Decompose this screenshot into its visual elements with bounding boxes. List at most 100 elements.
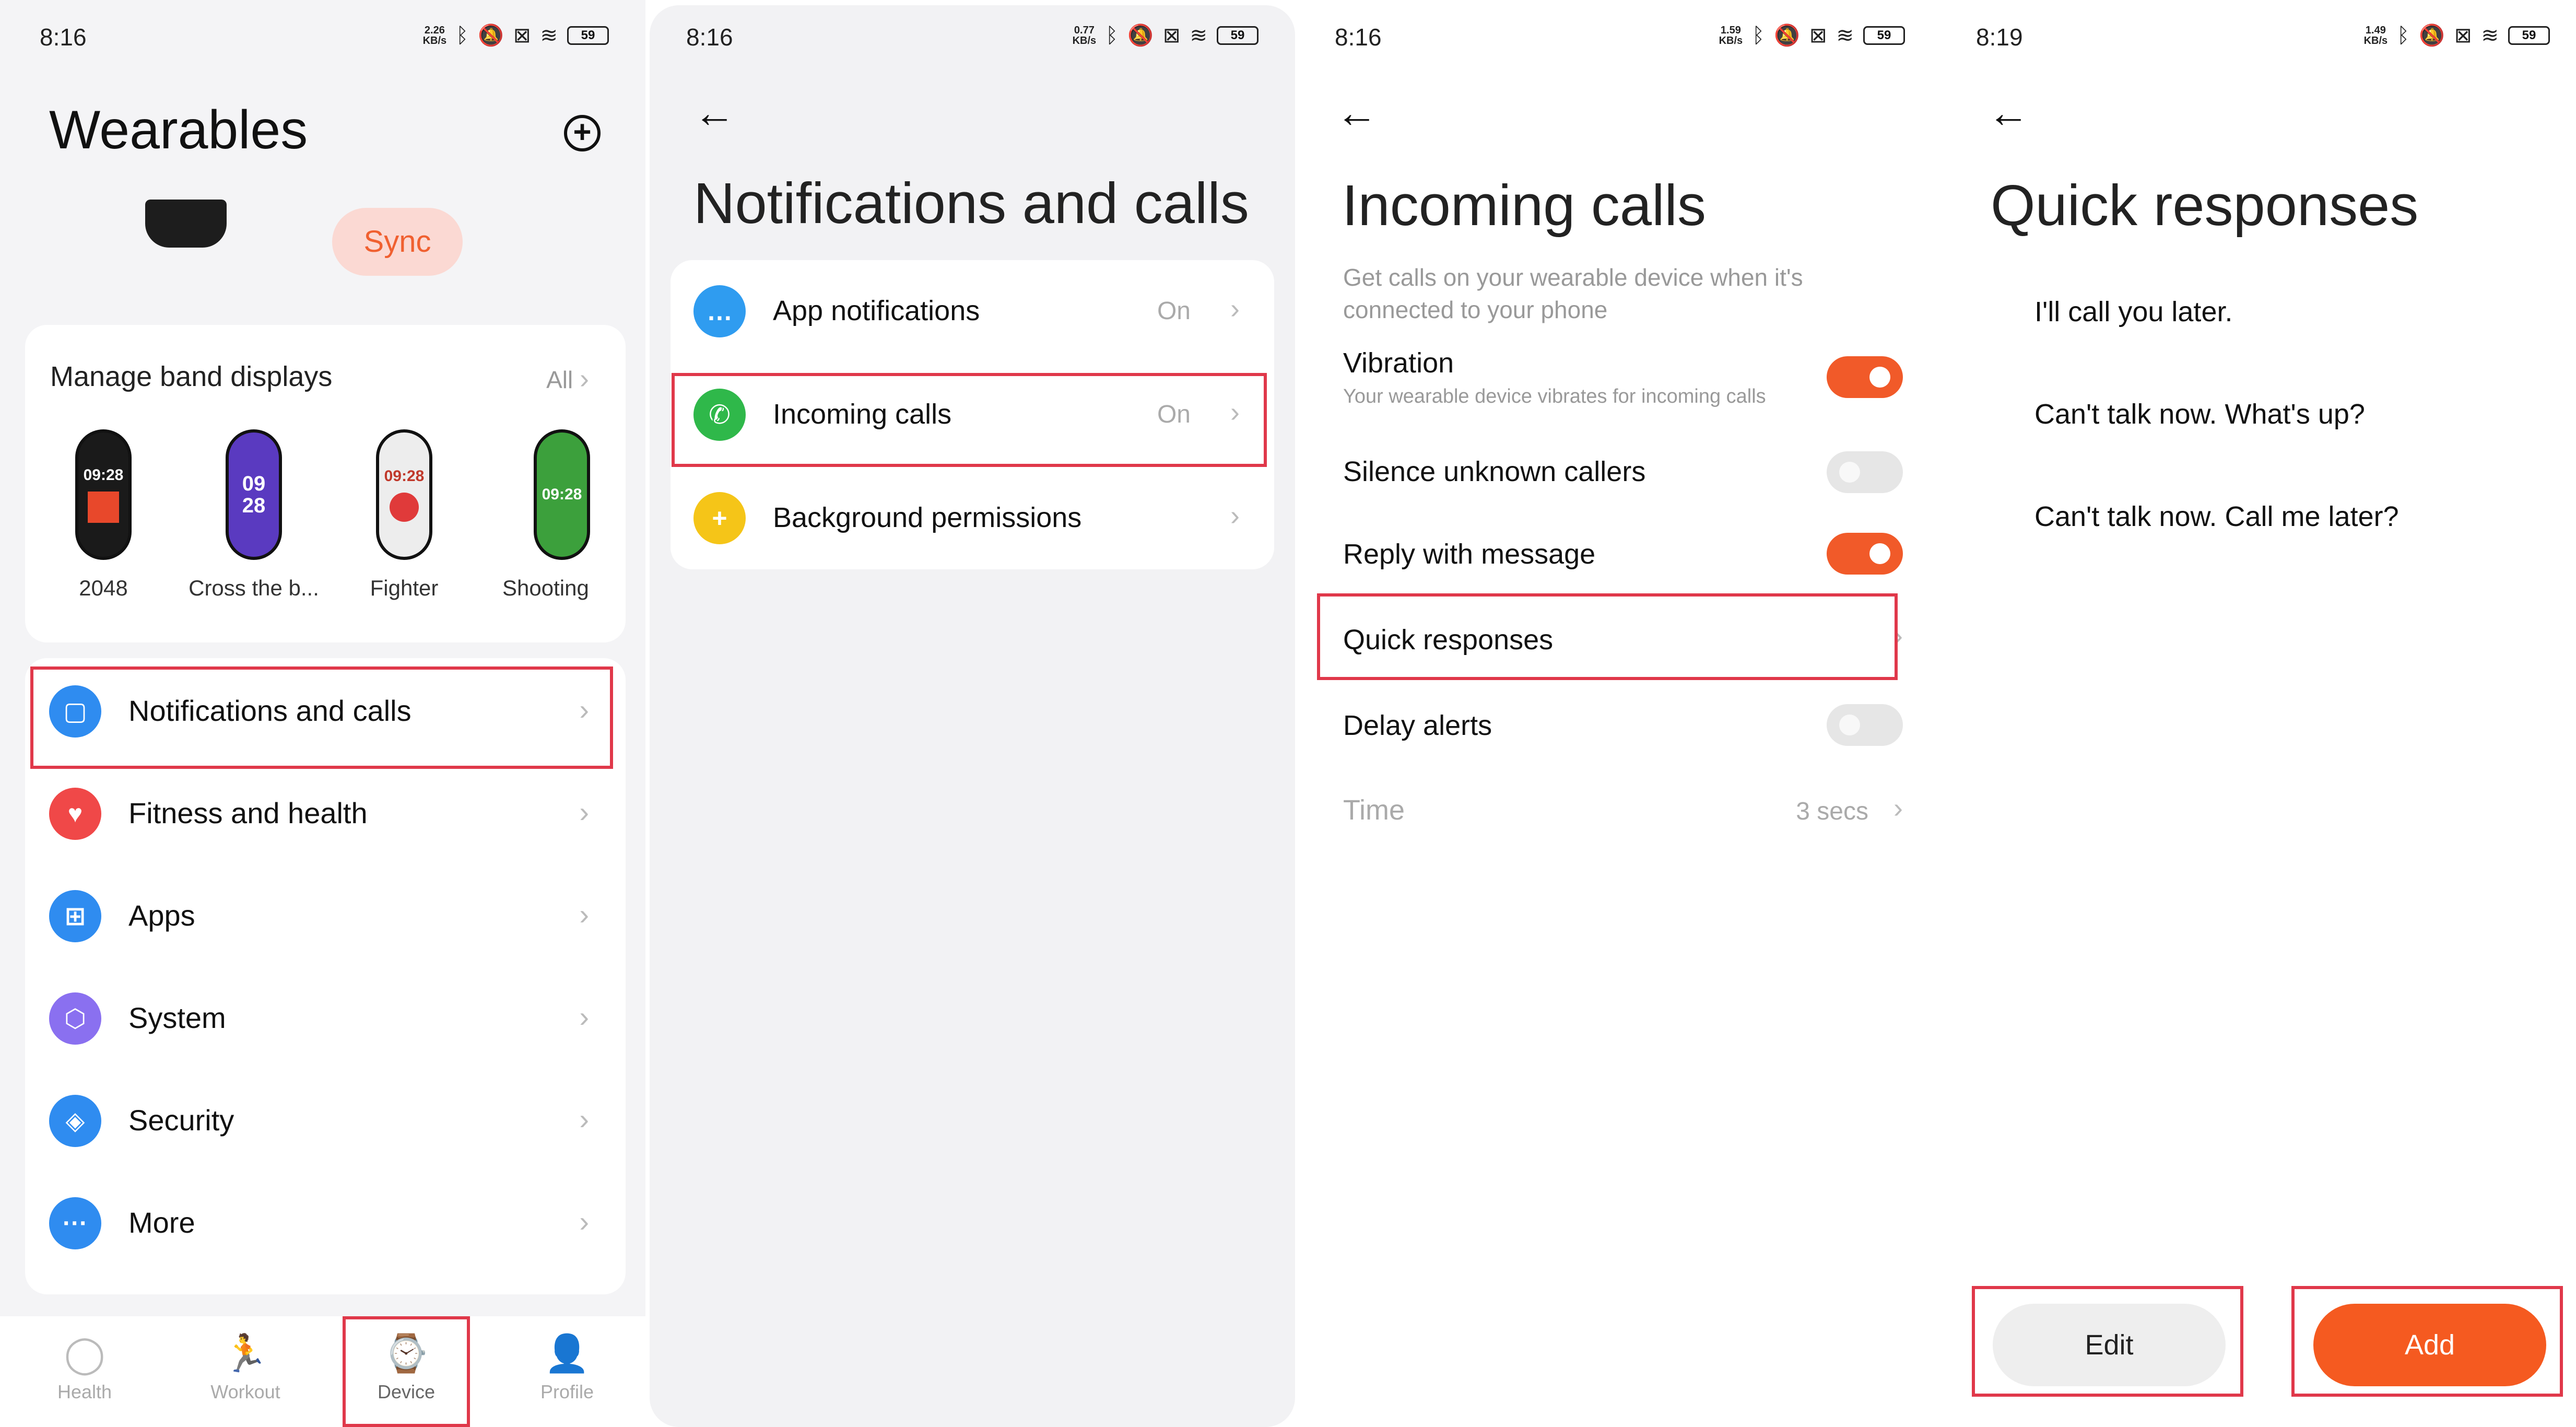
profile-icon: 👤	[544, 1333, 590, 1374]
toggle-knob	[1869, 543, 1890, 564]
heart-icon: ♥	[49, 788, 101, 840]
network-speed: 1.59 KB/s	[1719, 25, 1743, 46]
status-bar: 8:16 2.26 KB/s ᛒ 🔕 ⊠ ≋ 59	[0, 23, 645, 54]
face-time: 09 28	[242, 472, 266, 517]
sync-button[interactable]: Sync	[332, 208, 463, 276]
setting-silence-unknown: Silence unknown callers	[1343, 455, 1907, 488]
status-icons: 1.49 KB/s ᛒ 🔕 ⊠ ≋ 59	[2364, 25, 2550, 46]
quick-response-item[interactable]: Can't talk now. What's up?	[2034, 398, 2365, 430]
menu-label: Apps	[128, 899, 195, 932]
menu-label: More	[128, 1206, 195, 1239]
display-face[interactable]: 09:28 Shooting	[476, 429, 590, 601]
wifi-icon: ≋	[540, 24, 558, 47]
wifi-icon: ≋	[1190, 24, 1207, 47]
row-app-notifications[interactable]: … App notifications On ›	[671, 260, 1274, 362]
menu-apps[interactable]: ⊞ Apps ›	[25, 865, 626, 967]
menu-security[interactable]: ◈ Security ›	[25, 1070, 626, 1172]
face-cross-preview: 09 28	[226, 429, 282, 560]
toggle-knob	[1839, 715, 1860, 735]
page-description: Get calls on your wearable device when i…	[1343, 264, 1803, 323]
all-label: All	[546, 366, 573, 393]
row-value: On	[1157, 297, 1191, 325]
sim-off-icon: ⊠	[2454, 24, 2472, 47]
boxing-glove-icon	[390, 493, 419, 522]
battery-icon: 59	[567, 26, 609, 45]
quick-response-item[interactable]: Can't talk now. Call me later?	[2034, 500, 2399, 533]
page-title: Notifications and calls	[693, 171, 1249, 236]
status-icons: 2.26 KB/s ᛒ 🔕 ⊠ ≋ 59	[423, 25, 609, 46]
bluetooth-icon: ᛒ	[1105, 24, 1119, 47]
nav-workout[interactable]: 🏃 Workout	[198, 1332, 292, 1403]
nav-health[interactable]: ◯ Health	[38, 1332, 132, 1403]
setting-vibration: Vibration Your wearable device vibrates …	[1343, 347, 1907, 408]
battery-icon: 59	[1863, 26, 1905, 45]
nav-profile[interactable]: 👤 Profile	[520, 1332, 614, 1403]
highlight-box	[1317, 593, 1898, 680]
status-icons: 0.77 KB/s ᛒ 🔕 ⊠ ≋ 59	[1073, 25, 1258, 46]
back-arrow-icon[interactable]: ←	[1987, 92, 2029, 134]
band-displays-card: Manage band displays All › 09:28 2048 09…	[25, 325, 626, 642]
system-gear-icon: ⬡	[49, 992, 101, 1045]
battery-icon: 59	[1217, 26, 1258, 45]
menu-label: Security	[128, 1104, 234, 1137]
network-speed: 1.49 KB/s	[2363, 25, 2388, 46]
silence-unknown-toggle[interactable]	[1827, 451, 1903, 493]
face-time: 09:28	[384, 467, 425, 485]
incoming-calls-screen: 8:16 1.59 KB/s ᛒ 🔕 ⊠ ≋ 59 ← Incoming cal…	[1299, 0, 1942, 1427]
time-value: 3 secs	[1796, 798, 1868, 825]
add-device-icon[interactable]: +	[564, 115, 601, 151]
wifi-icon: ≋	[2481, 24, 2499, 47]
band-displays-title: Manage band displays	[50, 361, 333, 392]
quick-response-item[interactable]: I'll call you later.	[2034, 296, 2232, 328]
back-arrow-icon[interactable]: ←	[1336, 92, 1378, 134]
status-time: 8:16	[40, 24, 87, 51]
chevron-right-icon: ›	[579, 898, 589, 931]
setting-label: Delay alerts	[1343, 710, 1492, 741]
all-displays-link[interactable]: All ›	[546, 362, 589, 395]
setting-reply-with-message: Reply with message	[1343, 538, 1907, 570]
face-shooting-preview: 09:28	[534, 429, 590, 560]
shield-plus-icon: +	[693, 492, 746, 544]
highlight-box	[1972, 1286, 2243, 1397]
chevron-right-icon: ›	[579, 1103, 589, 1136]
display-face[interactable]: 09:28 2048	[36, 429, 171, 601]
row-background-permissions[interactable]: + Background permissions ›	[671, 467, 1274, 569]
sim-off-icon: ⊠	[1809, 24, 1827, 47]
notifications-screen: 8:16 0.77 KB/s ᛒ 🔕 ⊠ ≋ 59 ← Notification…	[650, 5, 1295, 1427]
wearables-screen: 8:16 2.26 KB/s ᛒ 🔕 ⊠ ≋ 59 Wearables + Sy…	[0, 0, 645, 1427]
menu-more[interactable]: ··· More ›	[25, 1172, 626, 1274]
toggle-knob	[1839, 462, 1860, 483]
bottom-navigation: ◯ Health 🏃 Workout ⌚ Device 👤 Profile	[0, 1316, 645, 1427]
menu-fitness-and-health[interactable]: ♥ Fitness and health ›	[25, 763, 626, 865]
back-arrow-icon[interactable]: ←	[693, 92, 735, 134]
chevron-right-icon: ›	[579, 796, 589, 828]
chevron-right-icon: ›	[580, 363, 589, 394]
quick-responses-screen: 8:19 1.49 KB/s ᛒ 🔕 ⊠ ≋ 59 ← Quick respon…	[1946, 0, 2576, 1427]
nav-label: Profile	[540, 1381, 594, 1402]
toggle-knob	[1869, 367, 1890, 388]
setting-label: Silence unknown callers	[1343, 456, 1646, 487]
chevron-right-icon: ›	[579, 1205, 589, 1238]
nav-label: Health	[57, 1381, 112, 1402]
sim-off-icon: ⊠	[1162, 24, 1181, 47]
nav-label: Workout	[210, 1381, 280, 1402]
network-speed: 2.26 KB/s	[422, 25, 447, 46]
battery-icon: 59	[2508, 26, 2550, 45]
chat-bubble-icon: …	[693, 285, 746, 337]
band-device-image	[145, 200, 227, 248]
delay-alerts-toggle[interactable]	[1827, 704, 1903, 746]
display-face[interactable]: 09 28 Cross the b...	[186, 429, 322, 601]
menu-label: System	[128, 1001, 226, 1034]
highlight-box	[30, 666, 613, 769]
mute-icon: 🔕	[2419, 24, 2445, 47]
row-label: App notifications	[773, 295, 980, 326]
mute-icon: 🔕	[478, 24, 504, 47]
vibration-toggle[interactable]	[1827, 356, 1903, 398]
highlight-box	[2291, 1286, 2563, 1397]
apps-grid-icon: ⊞	[49, 890, 101, 942]
status-bar: 8:16 0.77 KB/s ᛒ 🔕 ⊠ ≋ 59	[650, 23, 1295, 54]
reply-with-message-toggle[interactable]	[1827, 533, 1903, 575]
menu-system[interactable]: ⬡ System ›	[25, 967, 626, 1070]
setting-label: Reply with message	[1343, 539, 1596, 570]
display-face[interactable]: 09:28 Fighter	[336, 429, 472, 601]
